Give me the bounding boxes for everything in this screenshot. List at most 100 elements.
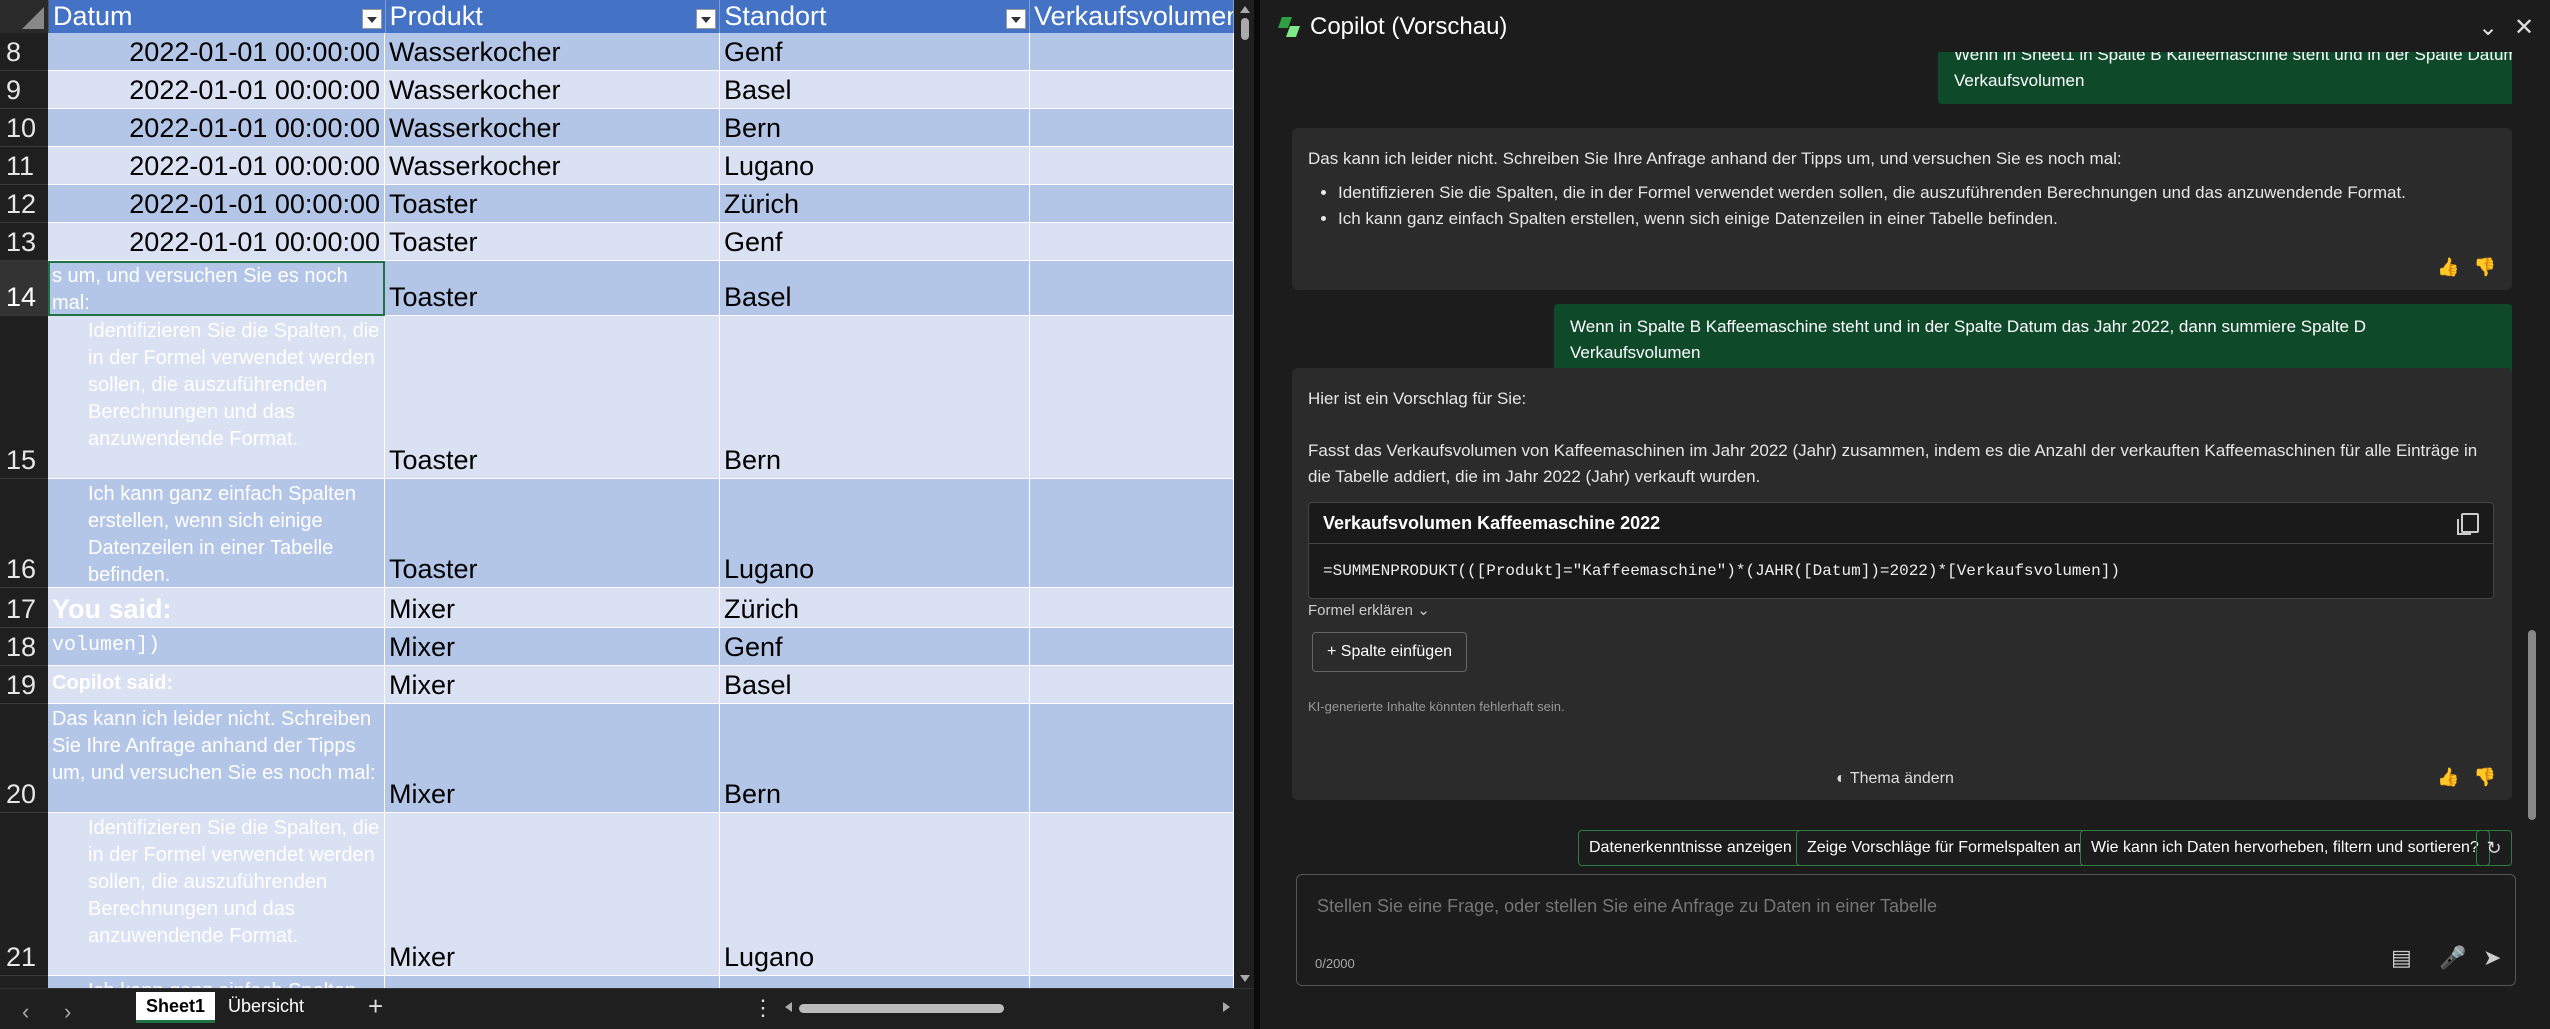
scroll-up-arrow-icon[interactable] — [1240, 6, 1250, 13]
cell-datum[interactable]: 2022-01-01 00:00:00 — [48, 109, 385, 147]
column-header-verkaufsvolumen[interactable]: Verkaufsvolumen — [1030, 0, 1234, 33]
thumbs-down-icon[interactable]: 👎 — [2474, 764, 2496, 790]
cell-standort[interactable] — [720, 976, 1030, 988]
cell-datum[interactable]: Identifizieren Sie die Spalten, die in d… — [48, 813, 385, 976]
thumbs-up-icon[interactable]: 👍 — [2437, 764, 2459, 790]
cell-datum[interactable]: Das kann ich leider nicht. Schreiben Sie… — [48, 704, 385, 813]
row-number[interactable]: 10 — [0, 109, 48, 147]
send-icon[interactable]: ➤ — [2483, 945, 2501, 971]
sheet-vertical-scrollbar[interactable] — [1236, 0, 1254, 988]
insert-column-button[interactable]: + Spalte einfügen — [1312, 632, 1467, 672]
cell-verkaufsvolumen[interactable] — [1030, 185, 1234, 223]
scroll-thumb[interactable] — [1241, 18, 1249, 40]
column-header-standort[interactable]: Standort — [720, 0, 1031, 33]
cell-verkaufsvolumen[interactable] — [1030, 628, 1234, 666]
cell-produkt[interactable]: Mixer — [385, 813, 720, 976]
row-number[interactable]: 11 — [0, 147, 48, 185]
cell-datum[interactable]: 2022-01-01 00:00:00 — [48, 147, 385, 185]
cell-standort[interactable]: Zürich — [720, 588, 1030, 628]
cell-standort[interactable]: Lugano — [720, 813, 1030, 976]
row-number[interactable]: 8 — [0, 33, 48, 71]
cell-produkt[interactable]: Wasserkocher — [385, 33, 720, 71]
cell-verkaufsvolumen[interactable] — [1030, 479, 1234, 588]
cell-produkt[interactable]: Wasserkocher — [385, 147, 720, 185]
cell-datum[interactable]: volumen]) — [48, 628, 385, 666]
cell-datum[interactable]: Ich kann ganz einfach Spalten — [48, 976, 385, 988]
cell-standort[interactable]: Bern — [720, 316, 1030, 479]
suggestion-chip[interactable]: Datenerkenntnisse anzeigen — [1578, 830, 1803, 866]
suggestion-chip[interactable]: Zeige Vorschläge für Formelspalten an — [1796, 830, 2093, 866]
cell-verkaufsvolumen[interactable] — [1030, 223, 1234, 261]
cell-produkt[interactable]: Wasserkocher — [385, 109, 720, 147]
cell-verkaufsvolumen[interactable] — [1030, 704, 1234, 813]
scroll-left-arrow-icon[interactable] — [785, 1002, 792, 1012]
tab-uebersicht[interactable]: Übersicht — [218, 992, 314, 1020]
chat-input[interactable] — [1315, 895, 2319, 918]
cell-verkaufsvolumen[interactable] — [1030, 261, 1234, 316]
scroll-down-arrow-icon[interactable] — [1240, 975, 1250, 982]
collapse-chevron-icon[interactable]: ⌄ — [2478, 13, 2498, 42]
cell-produkt[interactable]: Toaster — [385, 479, 720, 588]
filter-dropdown-icon[interactable] — [696, 9, 717, 29]
cell-standort[interactable]: Lugano — [720, 147, 1030, 185]
scroll-thumb[interactable] — [2528, 630, 2536, 820]
cell-verkaufsvolumen[interactable] — [1030, 666, 1234, 704]
cell-datum[interactable]: You said: — [48, 588, 385, 628]
cell-datum[interactable]: Copilot said: — [48, 666, 385, 704]
scroll-right-arrow-icon[interactable] — [1223, 1002, 1230, 1012]
row-number[interactable]: 21 — [0, 813, 48, 976]
cell-datum[interactable]: Ich kann ganz einfach Spalten erstellen,… — [48, 479, 385, 588]
cell-verkaufsvolumen[interactable] — [1030, 813, 1234, 976]
cell-standort[interactable]: Genf — [720, 628, 1030, 666]
cell-produkt[interactable]: Mixer — [385, 704, 720, 813]
close-icon[interactable]: ✕ — [2514, 13, 2534, 42]
cell-produkt[interactable]: Toaster — [385, 223, 720, 261]
change-theme-link[interactable]: ◐ Thema ändern — [1836, 770, 1954, 788]
copy-icon[interactable] — [2457, 513, 2479, 535]
cell-verkaufsvolumen[interactable] — [1030, 71, 1234, 109]
cell-verkaufsvolumen[interactable] — [1030, 33, 1234, 71]
cell-verkaufsvolumen[interactable] — [1030, 147, 1234, 185]
refresh-suggestions-icon[interactable]: ↻ — [2476, 830, 2512, 866]
cell-standort[interactable]: Basel — [720, 71, 1030, 109]
add-sheet-button[interactable]: + — [368, 991, 383, 1022]
row-number[interactable]: 12 — [0, 185, 48, 223]
row-number[interactable]: 15 — [0, 316, 48, 479]
horizontal-scrollbar[interactable] — [785, 1001, 1230, 1015]
cell-produkt[interactable]: Mixer — [385, 666, 720, 704]
cell-standort[interactable]: Zürich — [720, 185, 1030, 223]
row-number[interactable] — [0, 976, 48, 988]
cell-standort[interactable]: Bern — [720, 704, 1030, 813]
cell-produkt[interactable]: Wasserkocher — [385, 71, 720, 109]
scroll-thumb[interactable] — [799, 1004, 1004, 1013]
cell-standort[interactable]: Basel — [720, 666, 1030, 704]
select-all-corner[interactable] — [0, 0, 49, 33]
row-number[interactable]: 14 — [0, 261, 48, 316]
suggestion-chip[interactable]: Wie kann ich Daten hervorheben, filtern … — [2080, 830, 2490, 866]
cell-standort[interactable]: Basel — [720, 261, 1030, 316]
thumbs-down-icon[interactable]: 👎 — [2474, 254, 2496, 280]
row-number[interactable]: 20 — [0, 704, 48, 813]
prompt-guide-icon[interactable]: ▤ — [2391, 945, 2412, 971]
prev-sheet-arrow-icon[interactable]: ‹ — [22, 999, 29, 1025]
copilot-scrollbar[interactable] — [2528, 60, 2536, 820]
cell-verkaufsvolumen[interactable] — [1030, 316, 1234, 479]
cell-standort[interactable]: Bern — [720, 109, 1030, 147]
row-number[interactable]: 16 — [0, 479, 48, 588]
cell-produkt[interactable] — [385, 976, 720, 988]
column-header-datum[interactable]: Datum — [48, 0, 386, 33]
cell-produkt[interactable]: Toaster — [385, 316, 720, 479]
cell-datum[interactable]: 2022-01-01 00:00:00 — [48, 33, 385, 71]
row-number[interactable]: 17 — [0, 588, 48, 628]
row-number[interactable]: 19 — [0, 666, 48, 704]
cell-datum[interactable]: 2022-01-01 00:00:00 — [48, 71, 385, 109]
next-sheet-arrow-icon[interactable]: › — [64, 999, 71, 1025]
more-options-icon[interactable]: ⋮ — [752, 995, 774, 1021]
row-number[interactable]: 9 — [0, 71, 48, 109]
microphone-icon[interactable]: 🎤 — [2439, 945, 2466, 971]
cell-datum[interactable]: 2022-01-01 00:00:00 — [48, 185, 385, 223]
cell-verkaufsvolumen[interactable] — [1030, 588, 1234, 628]
explain-formula-toggle[interactable]: Formel erklären ⌄ — [1308, 598, 1430, 624]
cell-produkt[interactable]: Toaster — [385, 185, 720, 223]
cell-standort[interactable]: Genf — [720, 223, 1030, 261]
